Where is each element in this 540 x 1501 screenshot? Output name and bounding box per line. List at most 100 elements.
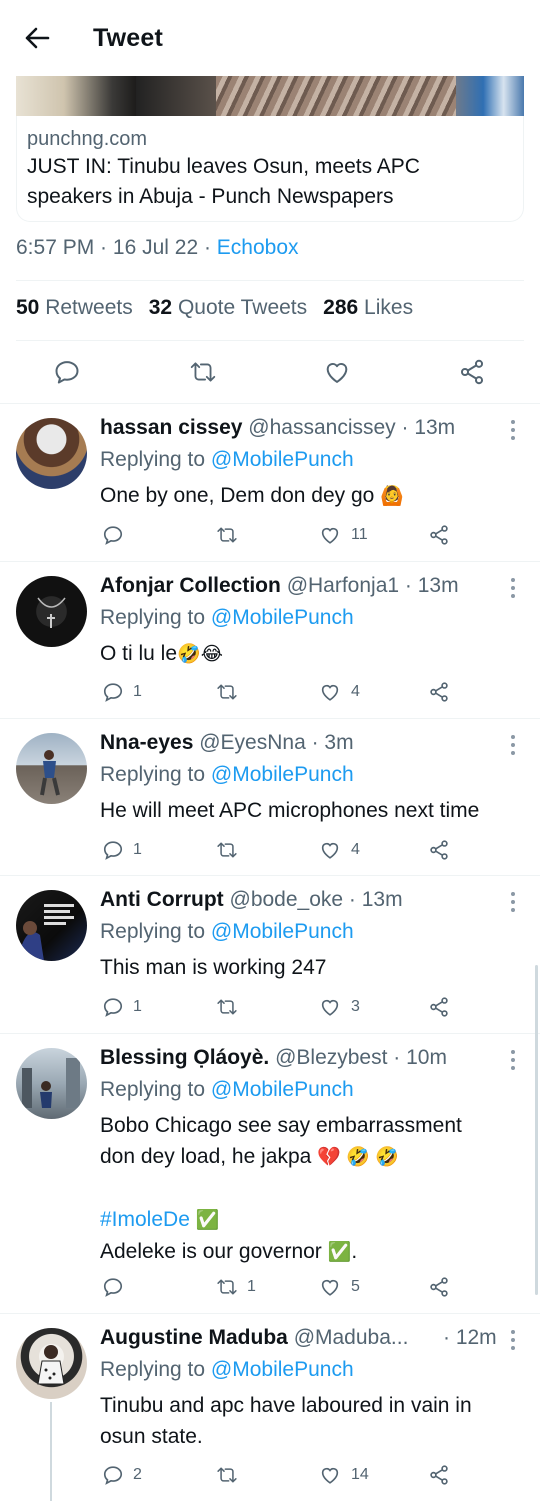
- reply-icon[interactable]: 1: [102, 679, 142, 705]
- share-icon[interactable]: [428, 994, 450, 1020]
- like-heart-icon[interactable]: 3: [318, 994, 360, 1020]
- reply-action-bar: 1 5: [100, 1274, 460, 1300]
- more-options-icon[interactable]: [506, 890, 520, 914]
- reply-count: 1: [133, 683, 142, 700]
- replying-to: Replying to @MobilePunch: [100, 448, 354, 471]
- more-options-icon[interactable]: [506, 1048, 520, 1072]
- retweet-icon[interactable]: 1: [216, 1274, 256, 1300]
- share-icon[interactable]: [428, 679, 450, 705]
- display-name[interactable]: Nna-eyes: [100, 731, 193, 754]
- replying-to-link[interactable]: @MobilePunch: [211, 920, 354, 943]
- handle: @Maduba...: [293, 1326, 409, 1349]
- tweet-action-bar: [0, 352, 540, 392]
- share-icon[interactable]: [428, 522, 450, 548]
- share-icon[interactable]: [428, 837, 450, 863]
- tweet-source-link[interactable]: Echobox: [217, 236, 299, 259]
- replying-to: Replying to @MobilePunch: [100, 763, 354, 786]
- handle-and-time: @EyesNna · 3m: [199, 731, 354, 754]
- reply-icon[interactable]: 2: [102, 1462, 142, 1488]
- retweet-icon[interactable]: [216, 1462, 247, 1488]
- likes-stat[interactable]: 286 Likes: [323, 296, 413, 320]
- divider: [16, 280, 524, 281]
- link-card-image[interactable]: [16, 76, 524, 116]
- link-card-domain: punchng.com: [27, 128, 148, 150]
- tweet-stats: 50 Retweets 32 Quote Tweets 286 Likes: [16, 296, 413, 320]
- replying-to-link[interactable]: @MobilePunch: [211, 1078, 354, 1101]
- share-icon[interactable]: [428, 1462, 450, 1488]
- handle-and-time: @Blezybest · 10m: [275, 1046, 447, 1069]
- reply-icon[interactable]: 1: [102, 994, 142, 1020]
- share-icon[interactable]: [428, 1274, 450, 1300]
- reply-header: hassan cissey @hassancissey · 13m: [100, 416, 500, 440]
- retweets-stat[interactable]: 50 Retweets: [16, 296, 133, 320]
- page-title: Tweet: [93, 23, 163, 52]
- reply-text-line: #ImoleDe ✅: [100, 1204, 520, 1236]
- like-heart-icon[interactable]: 4: [318, 679, 360, 705]
- reply-icon[interactable]: [53, 358, 81, 386]
- more-options-icon[interactable]: [506, 576, 520, 600]
- retweet-icon[interactable]: [216, 837, 247, 863]
- reply-tweet[interactable]: Anti Corrupt @bode_oke · 13m Replying to…: [0, 875, 540, 1033]
- like-count: 4: [351, 841, 360, 858]
- emoji: 🙆: [380, 486, 404, 507]
- tweet-time: 6:57 PM: [16, 236, 95, 259]
- like-heart-icon[interactable]: 11: [318, 522, 368, 548]
- top-bar: Tweet: [0, 0, 540, 76]
- replying-to-link[interactable]: @MobilePunch: [211, 1358, 354, 1381]
- like-heart-icon[interactable]: [323, 358, 351, 386]
- reply-text-line: don dey load, he jakpa 💔 🤣 🤣: [100, 1145, 399, 1168]
- display-name[interactable]: Blessing Ọláoyè.: [100, 1046, 269, 1069]
- avatar[interactable]: [16, 1328, 87, 1399]
- avatar[interactable]: [16, 418, 87, 489]
- retweet-icon[interactable]: [216, 679, 247, 705]
- reply-text: He will meet APC microphones next time: [100, 799, 480, 822]
- more-options-icon[interactable]: [506, 733, 520, 757]
- more-options-icon[interactable]: [506, 418, 520, 442]
- like-heart-icon[interactable]: 4: [318, 837, 360, 863]
- like-heart-icon[interactable]: 14: [318, 1462, 369, 1488]
- replying-to: Replying to @MobilePunch: [100, 1358, 354, 1381]
- retweet-icon[interactable]: [216, 522, 247, 548]
- replying-to-link[interactable]: @MobilePunch: [211, 606, 354, 629]
- display-name[interactable]: hassan cissey: [100, 416, 242, 439]
- reply-icon[interactable]: [102, 1274, 133, 1300]
- reply-text: One by one, Dem don dey go 🙆: [100, 484, 404, 507]
- reply-action-bar: 1 4: [100, 837, 460, 863]
- separator: ·: [198, 236, 217, 259]
- replying-to-link[interactable]: @MobilePunch: [211, 448, 354, 471]
- avatar[interactable]: [16, 733, 87, 804]
- reply-icon[interactable]: [102, 522, 133, 548]
- avatar[interactable]: [16, 890, 87, 961]
- reply-count: 1: [133, 841, 142, 858]
- more-options-icon[interactable]: [506, 1328, 520, 1352]
- reply-tweet[interactable]: hassan cissey @hassancissey · 13m Replyi…: [0, 403, 540, 561]
- avatar[interactable]: [16, 1048, 87, 1119]
- handle-and-time: @bode_oke · 13m: [229, 888, 403, 911]
- reply-action-bar: 1 4: [100, 679, 460, 705]
- retweet-icon[interactable]: [189, 358, 217, 386]
- share-icon[interactable]: [458, 358, 486, 386]
- back-arrow-icon[interactable]: [17, 18, 57, 58]
- reply-tweet[interactable]: Blessing Ọláoyè. @Blezybest · 10m Replyi…: [0, 1033, 540, 1313]
- thread-line: [50, 1402, 52, 1501]
- emoji: ✅: [327, 1242, 352, 1263]
- reply-icon[interactable]: 1: [102, 837, 142, 863]
- display-name[interactable]: Afonjar Collection: [100, 574, 281, 597]
- reply-tweet[interactable]: Augustine Maduba @Maduba... · 12m Replyi…: [0, 1313, 540, 1501]
- reply-text: Tinubu and apc have laboured in vain in …: [100, 1390, 520, 1452]
- retweet-icon[interactable]: [216, 994, 247, 1020]
- retweet-count: 1: [247, 1278, 256, 1295]
- link-card[interactable]: punchng.com JUST IN: Tinubu leaves Osun,…: [16, 116, 524, 222]
- reply-count: 1: [133, 998, 142, 1015]
- reply-tweet[interactable]: Nna-eyes @EyesNna · 3m Replying to @Mobi…: [0, 718, 540, 875]
- hashtag-link[interactable]: #ImoleDe: [100, 1208, 190, 1231]
- quote-tweets-stat[interactable]: 32 Quote Tweets: [149, 296, 307, 320]
- scrollbar[interactable]: [535, 965, 538, 1295]
- replying-to-link[interactable]: @MobilePunch: [211, 763, 354, 786]
- like-heart-icon[interactable]: 5: [318, 1274, 360, 1300]
- avatar[interactable]: [16, 576, 87, 647]
- display-name[interactable]: Augustine Maduba: [100, 1326, 288, 1349]
- replying-to: Replying to @MobilePunch: [100, 920, 354, 943]
- reply-tweet[interactable]: Afonjar Collection @Harfonja1 · 13m Repl…: [0, 561, 540, 718]
- display-name[interactable]: Anti Corrupt: [100, 888, 224, 911]
